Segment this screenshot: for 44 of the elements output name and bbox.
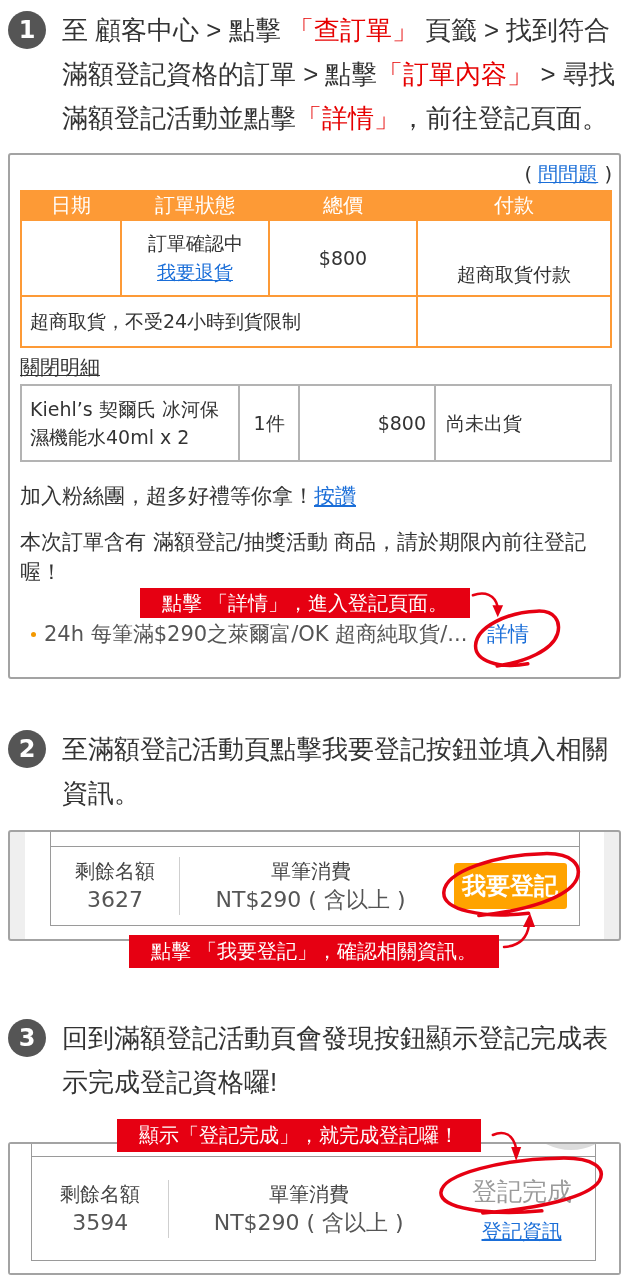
quota-label: 剩餘名額 bbox=[73, 858, 156, 885]
table-cell: $800 bbox=[299, 385, 435, 461]
table-cell: 尚未出貨 bbox=[435, 385, 611, 461]
return-link[interactable]: 我要退貨 bbox=[157, 258, 233, 287]
help-link[interactable]: 問問題 bbox=[538, 163, 599, 186]
curved-arrow bbox=[492, 1130, 522, 1162]
annotation-label: 點擊 「我要登記」，確認相關資訊。 bbox=[129, 935, 500, 968]
quota-value: 3594 bbox=[71, 1208, 130, 1237]
quota-label: 剩餘名額 bbox=[59, 1180, 142, 1208]
step-number: 3 bbox=[8, 1019, 46, 1057]
step-instruction: 至滿額登記活動頁點擊我要登記按鈕並填入相關資訊。 bbox=[62, 734, 609, 809]
spend-label: 單筆消費 bbox=[267, 1180, 350, 1208]
table-cell: 超商取貨付款 bbox=[417, 220, 611, 296]
bullet-dot-icon bbox=[31, 631, 36, 637]
spend-label: 單筆消費 bbox=[269, 858, 352, 885]
table-cell: 超商取貨，不受24小時到貨限制 bbox=[21, 296, 417, 347]
curved-arrow bbox=[503, 912, 535, 949]
step-instruction: 至 顧客中心 > 點擊 「查訂單」 頁籤 > 找到符合滿額登記資格的訂單 > 點擊「訂單內容」 > 尋找滿額登記活動並點擊「詳情」，前往登記頁面。 bbox=[62, 15, 616, 134]
close-details-link[interactable]: 關閉明細 bbox=[20, 356, 100, 380]
registration-info-link[interactable]: 登記資訊 bbox=[481, 1215, 562, 1246]
column-header: 總價 bbox=[269, 191, 417, 220]
table-cell: $800 bbox=[269, 220, 417, 296]
spend-value: NT$290 ( 含以上 ) bbox=[212, 1208, 405, 1237]
quota-value: 3627 bbox=[85, 886, 144, 914]
step-instruction: 回到滿額登記活動頁會發現按鈕顯示登記完成表示完成登記資格囉! bbox=[62, 1023, 609, 1098]
curved-arrow bbox=[472, 591, 504, 618]
column-header: 付款 bbox=[417, 191, 611, 220]
like-link[interactable]: 按讚 bbox=[314, 484, 356, 508]
order-status: 訂單確認中 bbox=[146, 231, 244, 256]
column-header: 日期 bbox=[21, 191, 121, 220]
fan-club-message: 加入粉絲團，超多好禮等你拿！按讚 bbox=[20, 483, 357, 510]
annotation-label: 顯示「登記完成」，就完成登記囉！ bbox=[117, 1119, 481, 1152]
event-notice: 本次訂單含有 滿額登記/抽獎活動 商品，請於期限內前往登記喔！ bbox=[20, 529, 588, 586]
step-number: 1 bbox=[8, 11, 46, 49]
help-text: ( 問問題 ) bbox=[523, 162, 612, 188]
details-link[interactable]: 詳情 bbox=[487, 619, 530, 649]
spend-value: NT$290 ( 含以上 ) bbox=[214, 886, 407, 914]
partial-circle-drawing bbox=[546, 1144, 596, 1150]
column-header: 訂單狀態 bbox=[121, 191, 269, 220]
table-cell: Kiehl’s 契爾氏 冰河保濕機能水40ml x 2 bbox=[21, 385, 239, 461]
step-number: 2 bbox=[8, 730, 46, 768]
event-title: 24h 每筆滿$290之萊爾富/OK 超商純取貨/... bbox=[44, 621, 468, 648]
table-cell: 1件 bbox=[239, 385, 299, 461]
annotation-label: 點擊 「詳情」，進入登記頁面。 bbox=[140, 588, 471, 618]
